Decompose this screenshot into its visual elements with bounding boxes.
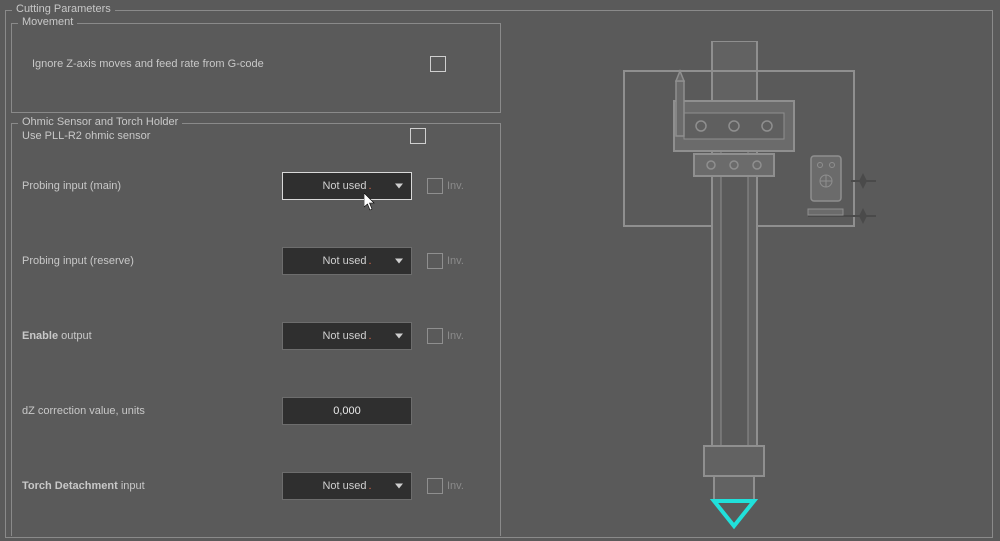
probing-main-inv-label: Inv. [447,180,464,192]
enable-output-inv-checkbox[interactable] [427,328,443,344]
movement-title: Movement [18,16,77,28]
dz-correction-input[interactable]: 0,000 [282,397,412,425]
ignore-z-checkbox[interactable] [430,56,446,72]
torch-detachment-value: Not used [322,480,366,492]
probing-main-value: Not used [322,180,366,192]
torch-detachment-select[interactable]: Not used. [282,472,412,500]
torch-detachment-inv-label: Inv. [447,480,464,492]
ohmic-title: Ohmic Sensor and Torch Holder [18,116,182,128]
enable-output-inv-label: Inv. [447,330,464,342]
dz-correction-label: dZ correction value, units [22,405,272,417]
dot-icon: . [368,180,371,192]
use-pll-checkbox[interactable] [410,128,426,144]
cutting-parameters-group: Cutting Parameters Movement Ignore Z-axi… [5,10,993,538]
probing-reserve-inv-checkbox[interactable] [427,253,443,269]
cutting-parameters-title: Cutting Parameters [12,3,115,15]
probing-main-label: Probing input (main) [22,180,272,192]
enable-output-select[interactable]: Not used. [282,322,412,350]
use-pll-label: Use PLL-R2 ohmic sensor [22,130,272,142]
dot-icon: . [368,255,371,267]
chevron-down-icon [395,484,403,489]
ignore-z-label: Ignore Z-axis moves and feed rate from G… [32,58,282,70]
torch-diagram [576,41,956,541]
chevron-down-icon [395,184,403,189]
enable-output-label: Enable output [22,330,272,342]
chevron-down-icon [395,259,403,264]
enable-output-value: Not used [322,330,366,342]
torch-detachment-inv-checkbox[interactable] [427,478,443,494]
probing-reserve-value: Not used [322,255,366,267]
probing-reserve-label: Probing input (reserve) [22,255,272,267]
probing-reserve-inv-label: Inv. [447,255,464,267]
probing-main-select[interactable]: Not used. [282,172,412,200]
dot-icon: . [368,330,371,342]
ohmic-sensor-group: Ohmic Sensor and Torch Holder Use PLL-R2… [11,123,501,536]
probing-reserve-select[interactable]: Not used. [282,247,412,275]
probing-main-inv-checkbox[interactable] [427,178,443,194]
torch-detachment-label: Torch Detachment input [22,480,272,492]
page-root: Cutting Parameters Movement Ignore Z-axi… [0,0,1000,541]
dot-icon: . [368,480,371,492]
chevron-down-icon [395,334,403,339]
movement-group: Movement Ignore Z-axis moves and feed ra… [11,23,501,113]
